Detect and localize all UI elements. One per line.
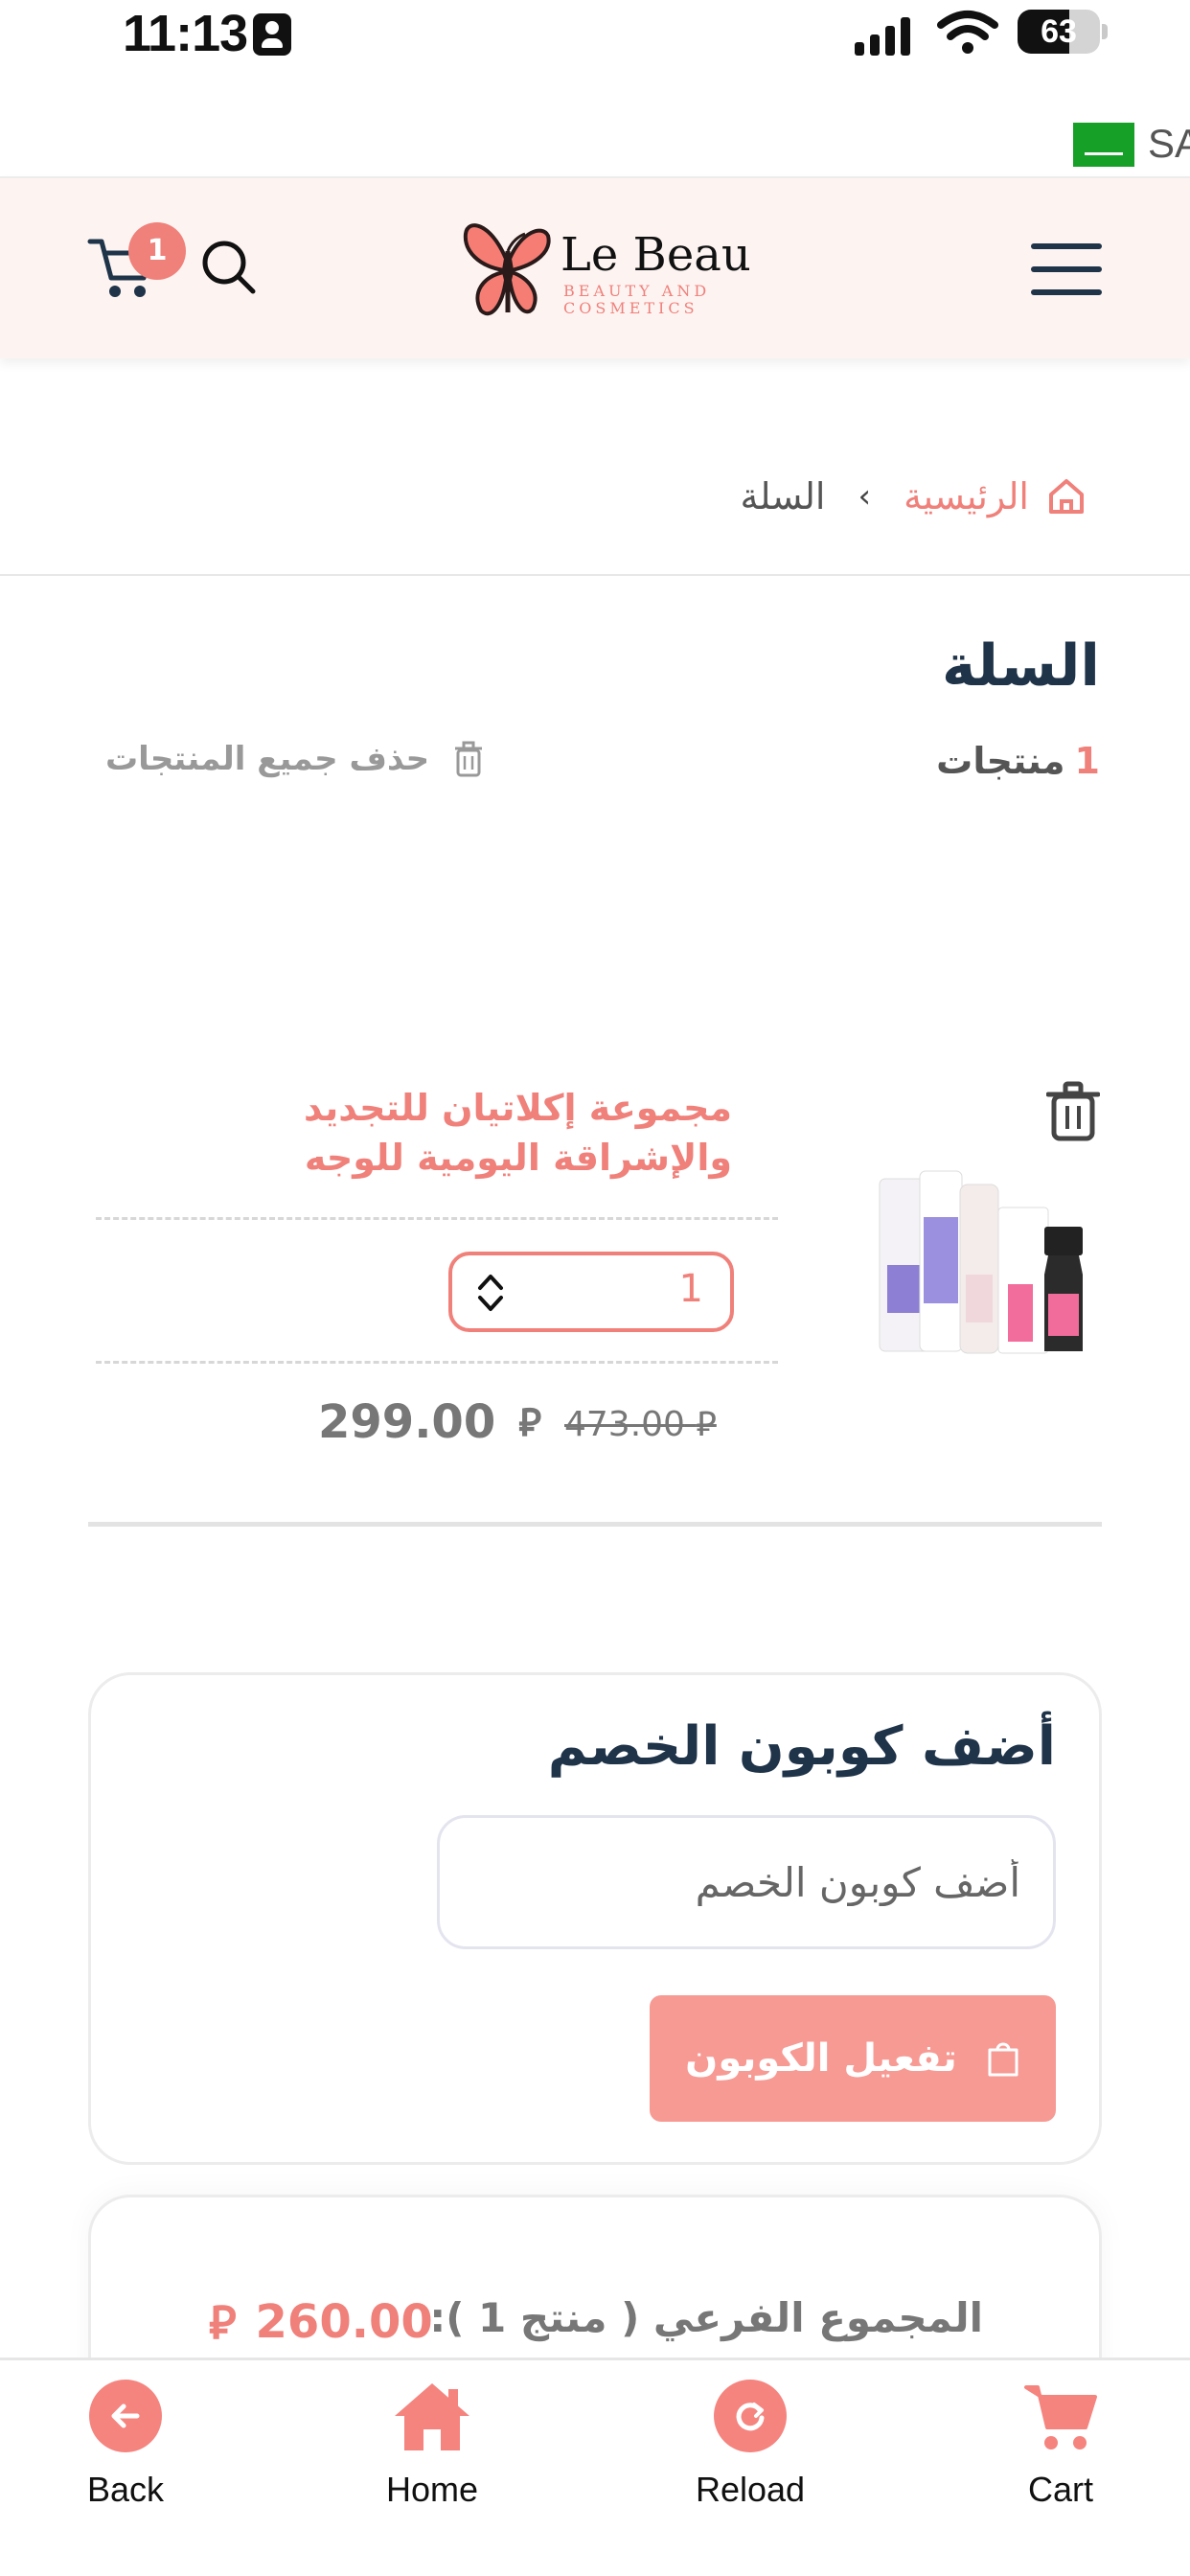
riyal-currency-symbol: ⃁ bbox=[696, 1404, 717, 1444]
item-bottom-divider bbox=[88, 1522, 1102, 1527]
saudi-flag-icon[interactable] bbox=[1073, 123, 1134, 167]
item-divider bbox=[96, 1361, 778, 1364]
search-icon[interactable] bbox=[197, 236, 259, 297]
cart-count-badge[interactable]: 1 bbox=[128, 222, 186, 280]
delete-item-icon[interactable] bbox=[1046, 1081, 1100, 1142]
signal-icon bbox=[855, 17, 910, 56]
logo-subtitle-line-1: BEAUTY AND bbox=[563, 282, 711, 300]
nav-home-label[interactable]: Home bbox=[386, 2470, 478, 2510]
item-count-label: منتجات bbox=[936, 740, 1065, 782]
butterfly-logo-icon[interactable] bbox=[462, 213, 554, 324]
item-divider bbox=[96, 1217, 778, 1220]
quantity-stepper[interactable]: 1 bbox=[448, 1252, 734, 1332]
nav-back-label[interactable]: Back bbox=[87, 2470, 164, 2510]
coupon-input[interactable] bbox=[437, 1815, 1056, 1949]
coupon-title: أضف كوبون الخصم bbox=[547, 1715, 1056, 1778]
subtotal-label: المجموع الفرعي ( منتج 1 ): bbox=[429, 2294, 983, 2341]
nav-cart[interactable]: Cart bbox=[960, 2380, 1161, 2510]
shopping-bag-icon bbox=[988, 2042, 1018, 2077]
nav-home[interactable]: Home bbox=[332, 2380, 533, 2510]
battery-indicator: 63 bbox=[1018, 10, 1100, 54]
product-image[interactable] bbox=[874, 1169, 1094, 1361]
apply-coupon-label[interactable]: تفعيل الكوبون bbox=[685, 2036, 957, 2081]
subtotal-amount: 260.00 bbox=[255, 2295, 433, 2349]
hamburger-menu-icon[interactable] bbox=[1016, 230, 1121, 307]
nav-back[interactable]: Back bbox=[25, 2380, 226, 2510]
breadcrumb-home-label[interactable]: الرئيسية bbox=[904, 475, 1029, 518]
breadcrumb-home[interactable]: الرئيسية bbox=[904, 475, 1087, 518]
bottom-navigation: Back Home Reload Cart bbox=[0, 2358, 1190, 2576]
back-arrow-icon[interactable] bbox=[89, 2380, 162, 2452]
language-selector[interactable]: SA bbox=[1148, 121, 1190, 167]
product-name[interactable]: مجموعة إكلاتيان للتجديد والإشراقة اليومي… bbox=[195, 1083, 732, 1183]
breadcrumb-divider bbox=[0, 574, 1190, 576]
battery-level: 63 bbox=[1041, 13, 1077, 50]
original-price: 473.00 ⃁ bbox=[564, 1400, 717, 1445]
riyal-currency-symbol: ⃁ bbox=[518, 1401, 541, 1445]
breadcrumb-separator: › bbox=[858, 477, 872, 516]
clear-all-label[interactable]: حذف جميع المنتجات bbox=[105, 740, 429, 778]
page-title: السلة bbox=[941, 632, 1100, 700]
wifi-icon bbox=[937, 11, 998, 54]
subtotal-value: ⃁ 260.00 bbox=[209, 2292, 433, 2352]
battery-cap bbox=[1102, 24, 1108, 39]
item-price: 299.00 ⃁ 473.00 ⃁ bbox=[318, 1395, 717, 1449]
home-icon[interactable] bbox=[391, 2380, 473, 2452]
current-price: 299.00 bbox=[318, 1395, 496, 1449]
clear-all-button[interactable]: حذف جميع المنتجات bbox=[105, 740, 483, 778]
nav-cart-label[interactable]: Cart bbox=[1028, 2470, 1093, 2510]
logo-title[interactable]: Le Beau bbox=[561, 228, 751, 282]
logo-subtitle-line-2: COSMETICS bbox=[563, 299, 698, 317]
nav-reload-label[interactable]: Reload bbox=[696, 2470, 805, 2510]
riyal-currency-symbol: ⃁ bbox=[209, 2296, 237, 2350]
cart-item-count: 1 منتجات bbox=[936, 740, 1100, 782]
item-count-number: 1 bbox=[1074, 740, 1100, 782]
home-icon bbox=[1049, 479, 1084, 514]
chevron-up-down-icon[interactable] bbox=[475, 1271, 506, 1315]
cart-icon[interactable] bbox=[1022, 2380, 1099, 2452]
status-time: 11:13 bbox=[123, 5, 248, 62]
breadcrumb-current: السلة bbox=[740, 475, 826, 518]
apply-coupon-button[interactable]: تفعيل الكوبون bbox=[650, 1995, 1056, 2122]
logo-subtitle: BEAUTY AND COSMETICS bbox=[563, 283, 710, 317]
reload-icon[interactable] bbox=[714, 2380, 787, 2452]
breadcrumb: الرئيسية › السلة bbox=[741, 475, 1087, 518]
trash-icon bbox=[455, 741, 483, 777]
nav-reload[interactable]: Reload bbox=[650, 2380, 851, 2510]
original-price-value: 473.00 bbox=[564, 1404, 685, 1444]
portrait-lock-icon bbox=[253, 13, 291, 56]
quantity-value[interactable]: 1 bbox=[679, 1267, 703, 1311]
